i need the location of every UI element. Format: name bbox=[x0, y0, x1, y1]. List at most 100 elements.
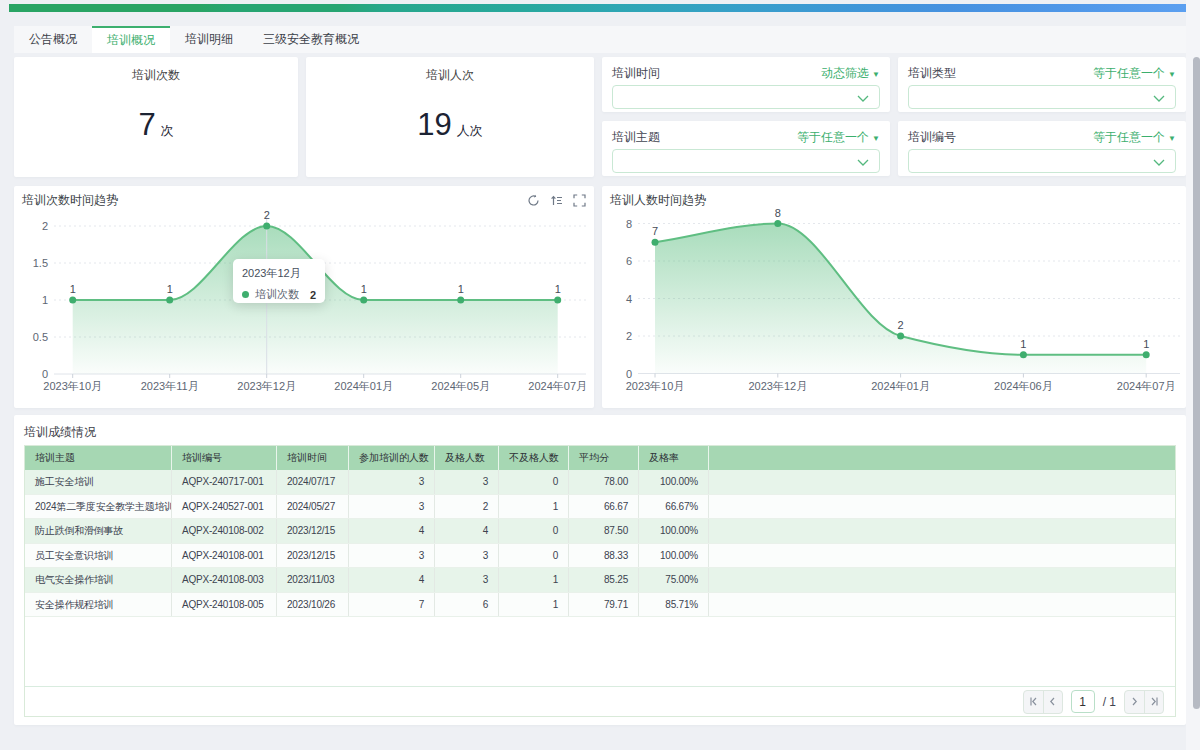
cell-2-2: 2023/12/15 bbox=[277, 519, 349, 543]
col-header-5: 不及格人数 bbox=[499, 446, 569, 470]
table-row-4[interactable]: 电气安全操作培训AQPX-240108-0032023/11/0343185.2… bbox=[25, 568, 1175, 593]
col-header-2: 培训时间 bbox=[277, 446, 349, 470]
prev-page-icon bbox=[1047, 696, 1058, 707]
chevron-down-icon bbox=[857, 159, 869, 166]
tab-1[interactable]: 培训概况 bbox=[92, 26, 170, 53]
filter-operator-link[interactable]: 动态筛选▼ bbox=[821, 65, 880, 82]
cell-4-3: 4 bbox=[349, 568, 435, 592]
cell-4-7: 75.00% bbox=[639, 568, 709, 592]
svg-text:2024年07月: 2024年07月 bbox=[1117, 380, 1176, 392]
tooltip-row: 培训次数 2 bbox=[242, 287, 316, 302]
cell-3-3: 3 bbox=[349, 544, 435, 568]
filter-operator-link[interactable]: 等于任意一个▼ bbox=[1093, 65, 1176, 82]
chevron-down-icon bbox=[857, 95, 869, 102]
cell-1-6: 66.67 bbox=[569, 495, 639, 519]
cell-0-6: 78.00 bbox=[569, 470, 639, 494]
cell-2-5: 0 bbox=[499, 519, 569, 543]
next-page-button[interactable] bbox=[1125, 691, 1144, 713]
cell-1-1: AQPX-240527-001 bbox=[172, 495, 277, 519]
svg-text:1.5: 1.5 bbox=[33, 257, 48, 269]
stat-number: 7 bbox=[138, 107, 155, 142]
cell-2-6: 87.50 bbox=[569, 519, 639, 543]
svg-text:1: 1 bbox=[42, 294, 48, 306]
table-row-0[interactable]: 施工安全培训AQPX-240717-0012024/07/1733078.001… bbox=[25, 470, 1175, 495]
next-page-icon bbox=[1129, 696, 1140, 707]
cell-0-0: 施工安全培训 bbox=[25, 470, 172, 494]
chart-card-training-count-trend: 培训次数时间趋势 2023年12月 培训次数 2 00.511.52112111… bbox=[14, 186, 594, 408]
table-block: 培训主题培训编号培训时间参加培训的人数及格人数不及格人数平均分及格率 施工安全培… bbox=[24, 445, 1176, 717]
tab-3[interactable]: 三级安全教育概况 bbox=[248, 26, 374, 53]
page-number-input[interactable]: 1 bbox=[1071, 690, 1095, 713]
col-header-filler bbox=[709, 446, 1175, 470]
svg-text:2024年01月: 2024年01月 bbox=[334, 380, 393, 392]
pagination-group-next bbox=[1124, 690, 1164, 714]
first-page-icon bbox=[1028, 696, 1039, 707]
filter-select[interactable] bbox=[908, 149, 1176, 173]
cell-4-1: AQPX-240108-003 bbox=[172, 568, 277, 592]
svg-text:2024年05月: 2024年05月 bbox=[431, 380, 490, 392]
tooltip-series-dot bbox=[242, 291, 249, 298]
col-header-3: 参加培训的人数 bbox=[349, 446, 435, 470]
cell-1-7: 66.67% bbox=[639, 495, 709, 519]
cell-5-7: 85.71% bbox=[639, 593, 709, 617]
cell-5-6: 79.71 bbox=[569, 593, 639, 617]
cell-5-0: 安全操作规程培训 bbox=[25, 593, 172, 617]
scrollbar-track[interactable] bbox=[1186, 0, 1200, 750]
chart-plot: 02468782112023年10月2023年12月2024年01月2024年0… bbox=[602, 186, 1186, 408]
filter-select[interactable] bbox=[908, 85, 1176, 109]
stat-card-trainee-count: 培训人次 19人次 bbox=[306, 57, 594, 177]
table-row-1[interactable]: 2024第二季度安全教学主题培训AQPX-240527-0012024/05/2… bbox=[25, 495, 1175, 520]
cell-2-4: 4 bbox=[435, 519, 499, 543]
filter-card-0: 培训时间动态筛选▼ bbox=[602, 57, 890, 112]
table-row-5[interactable]: 安全操作规程培训AQPX-240108-0052023/10/2676179.7… bbox=[25, 593, 1175, 618]
col-header-7: 及格率 bbox=[639, 446, 709, 470]
filter-operator-link[interactable]: 等于任意一个▼ bbox=[797, 129, 880, 146]
stat-card-training-count: 培训次数 7次 bbox=[14, 57, 298, 177]
stat-value: 19人次 bbox=[306, 107, 594, 143]
chart-card-trainee-count-trend: 培训人数时间趋势 02468782112023年10月2023年12月2024年… bbox=[602, 186, 1186, 408]
last-page-button[interactable] bbox=[1144, 691, 1163, 713]
stat-title: 培训人次 bbox=[306, 57, 594, 84]
svg-text:2024年07月: 2024年07月 bbox=[528, 380, 587, 392]
cell-5-1: AQPX-240108-005 bbox=[172, 593, 277, 617]
table-row-3[interactable]: 员工安全意识培训AQPX-240108-0012023/12/1533088.3… bbox=[25, 544, 1175, 569]
cell-0-5: 0 bbox=[499, 470, 569, 494]
cell-2-3: 4 bbox=[349, 519, 435, 543]
svg-text:6: 6 bbox=[626, 255, 632, 267]
col-header-1: 培训编号 bbox=[172, 446, 277, 470]
stat-unit: 人次 bbox=[457, 123, 483, 138]
stat-unit: 次 bbox=[161, 123, 174, 138]
cell-1-4: 2 bbox=[435, 495, 499, 519]
cell-5-4: 6 bbox=[435, 593, 499, 617]
svg-text:2023年10月: 2023年10月 bbox=[43, 380, 102, 392]
caret-down-icon: ▼ bbox=[1168, 134, 1176, 143]
scrollbar-thumb[interactable] bbox=[1193, 57, 1200, 709]
prev-page-button[interactable] bbox=[1043, 691, 1062, 713]
filter-card-3: 培训编号等于任意一个▼ bbox=[898, 121, 1186, 176]
svg-text:1: 1 bbox=[70, 283, 76, 295]
tab-2[interactable]: 培训明细 bbox=[170, 26, 248, 53]
filter-card-1: 培训类型等于任意一个▼ bbox=[898, 57, 1186, 112]
filter-select[interactable] bbox=[612, 149, 880, 173]
cell-3-2: 2023/12/15 bbox=[277, 544, 349, 568]
page-total-label: / 1 bbox=[1103, 695, 1116, 709]
cell-filler bbox=[709, 470, 1175, 494]
table-row-2[interactable]: 防止跌倒和滑倒事故AQPX-240108-0022023/12/1544087.… bbox=[25, 519, 1175, 544]
svg-text:2024年06月: 2024年06月 bbox=[994, 380, 1053, 392]
cell-0-1: AQPX-240717-001 bbox=[172, 470, 277, 494]
filter-card-2: 培训主题等于任意一个▼ bbox=[602, 121, 890, 176]
svg-text:1: 1 bbox=[1143, 338, 1149, 350]
svg-text:2023年12月: 2023年12月 bbox=[237, 380, 296, 392]
first-page-button[interactable] bbox=[1024, 691, 1043, 713]
tab-0[interactable]: 公告概况 bbox=[14, 26, 92, 53]
svg-text:2023年11月: 2023年11月 bbox=[141, 380, 199, 392]
svg-text:2: 2 bbox=[264, 209, 270, 221]
cell-0-2: 2024/07/17 bbox=[277, 470, 349, 494]
cell-3-4: 3 bbox=[435, 544, 499, 568]
filter-operator-link[interactable]: 等于任意一个▼ bbox=[1093, 129, 1176, 146]
svg-text:2: 2 bbox=[42, 220, 48, 232]
caret-down-icon: ▼ bbox=[872, 70, 880, 79]
filter-select[interactable] bbox=[612, 85, 880, 109]
svg-text:8: 8 bbox=[626, 218, 632, 230]
table-empty-space bbox=[25, 617, 1175, 686]
